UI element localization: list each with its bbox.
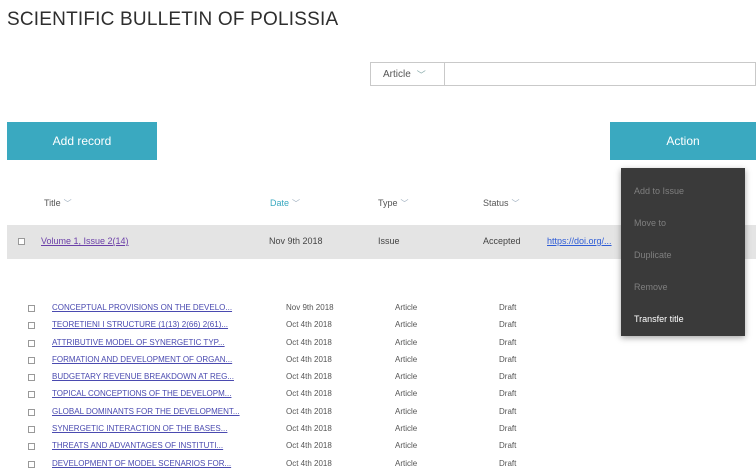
checkbox-icon[interactable] [28, 426, 35, 434]
menu-item-transfer-title[interactable]: Transfer title [634, 314, 684, 324]
article-date: Oct 4th 2018 [286, 406, 332, 416]
page-title: SCIENTIFIC BULLETIN OF POLISSIA [7, 9, 339, 30]
issue-url-link[interactable]: https://doi.org/... [547, 236, 612, 246]
table-row[interactable]: ATTRIBUTIVE MODEL OF SYNERGETIC TYP... O… [0, 335, 756, 352]
issue-type: Issue [378, 236, 400, 246]
column-header-title[interactable]: Title ﹀ [44, 198, 72, 209]
article-status: Draft [499, 320, 517, 330]
article-type: Article [395, 406, 418, 416]
article-type: Article [395, 354, 418, 364]
table-row[interactable]: BUDGETARY REVENUE BREAKDOWN AT REG... Oc… [0, 369, 756, 386]
sort-arrow-icon: ﹀ [292, 199, 301, 208]
column-type-label: Type [378, 198, 398, 208]
article-title-link[interactable]: CONCEPTUAL PROVISIONS ON THE DEVELO... [52, 303, 232, 312]
search-bar: Article ﹀ [370, 62, 756, 86]
table-row[interactable]: THREATS AND ADVANTAGES OF INSTITUTI... O… [0, 438, 756, 455]
menu-item-move-to[interactable]: Move to [634, 218, 666, 228]
article-date: Oct 4th 2018 [286, 458, 332, 468]
article-title-link[interactable]: ATTRIBUTIVE MODEL OF SYNERGETIC TYP... [52, 338, 225, 347]
issue-date: Nov 9th 2018 [269, 236, 323, 246]
article-status: Draft [499, 372, 517, 382]
article-title-link[interactable]: THREATS AND ADVANTAGES OF INSTITUTI... [52, 441, 223, 450]
article-date: Oct 4th 2018 [286, 320, 332, 330]
checkbox-icon[interactable] [28, 356, 35, 364]
column-header-type[interactable]: Type ﹀ [378, 198, 409, 209]
column-header-date[interactable]: Date ﹀ [270, 198, 300, 209]
article-date: Oct 4th 2018 [286, 354, 332, 364]
article-title-link[interactable]: GLOBAL DOMINANTS FOR THE DEVELOPMENT... [52, 407, 240, 416]
article-status: Draft [499, 389, 517, 399]
article-title-link[interactable]: TOPICAL CONCEPTIONS OF THE DEVELOPM... [52, 389, 231, 398]
column-header-status[interactable]: Status ﹀ [483, 198, 520, 209]
article-type: Article [395, 320, 418, 330]
article-title-link[interactable]: BUDGETARY REVENUE BREAKDOWN AT REG... [52, 372, 234, 381]
table-row[interactable]: TOPICAL CONCEPTIONS OF THE DEVELOPM... O… [0, 386, 756, 403]
article-type: Article [395, 441, 418, 451]
article-date: Oct 4th 2018 [286, 389, 332, 399]
article-date: Oct 4th 2018 [286, 424, 332, 434]
checkbox-icon[interactable] [28, 374, 35, 382]
article-date: Nov 9th 2018 [286, 303, 334, 312]
article-type: Article [395, 389, 418, 399]
sort-arrow-icon: ﹀ [63, 199, 72, 208]
article-title-link[interactable]: DEVELOPMENT OF MODEL SCENARIOS FOR... [52, 459, 231, 468]
article-type: Article [395, 372, 418, 382]
issue-status: Accepted [483, 236, 521, 246]
sort-arrow-icon: ﹀ [511, 199, 520, 208]
menu-item-add-to-issue[interactable]: Add to Issue [634, 186, 684, 196]
add-record-button[interactable]: Add record [7, 122, 157, 160]
type-select[interactable]: Article ﹀ [371, 63, 445, 85]
checkbox-icon[interactable] [28, 408, 35, 416]
menu-item-duplicate[interactable]: Duplicate [634, 250, 672, 260]
action-button[interactable]: Action [610, 122, 756, 160]
search-input[interactable] [445, 63, 755, 85]
article-status: Draft [499, 354, 517, 364]
article-date: Oct 4th 2018 [286, 337, 332, 347]
table-row[interactable]: DEVELOPMENT OF MODEL SCENARIOS FOR... Oc… [0, 456, 756, 473]
checkbox-icon[interactable] [28, 339, 35, 347]
article-title-link[interactable]: SYNERGETIC INTERACTION OF THE BASES... [52, 424, 227, 433]
checkbox-icon[interactable] [28, 322, 35, 330]
article-status: Draft [499, 424, 517, 434]
article-title-link[interactable]: FORMATION AND DEVELOPMENT OF ORGAN... [52, 355, 232, 364]
table-row[interactable]: GLOBAL DOMINANTS FOR THE DEVELOPMENT... … [0, 404, 756, 421]
article-status: Draft [499, 337, 517, 347]
column-status-label: Status [483, 198, 509, 208]
sort-arrow-icon: ﹀ [400, 199, 409, 208]
issue-title-link[interactable]: Volume 1, Issue 2(14) [41, 236, 129, 246]
type-select-value: Article [383, 68, 411, 80]
column-title-label: Title [44, 198, 61, 208]
checkbox-icon[interactable] [28, 443, 35, 451]
article-type: Article [395, 424, 418, 434]
checkbox-icon[interactable] [28, 460, 35, 468]
article-date: Oct 4th 2018 [286, 441, 332, 451]
article-type: Article [395, 303, 418, 312]
article-type: Article [395, 337, 418, 347]
article-status: Draft [499, 303, 517, 312]
article-status: Draft [499, 406, 517, 416]
article-date: Oct 4th 2018 [286, 372, 332, 382]
checkbox-icon[interactable] [28, 391, 35, 399]
menu-item-remove[interactable]: Remove [634, 282, 668, 292]
action-dropdown-menu: Add to Issue Move to Duplicate Remove Tr… [621, 168, 745, 336]
chevron-down-icon: ﹀ [416, 69, 426, 80]
article-status: Draft [499, 441, 517, 451]
article-type: Article [395, 458, 418, 468]
article-status: Draft [499, 458, 517, 468]
checkbox-icon[interactable] [18, 238, 25, 245]
table-row[interactable]: SYNERGETIC INTERACTION OF THE BASES... O… [0, 421, 756, 438]
checkbox-icon[interactable] [28, 305, 35, 312]
column-date-label: Date [270, 198, 290, 208]
table-row[interactable]: FORMATION AND DEVELOPMENT OF ORGAN... Oc… [0, 352, 756, 369]
article-title-link[interactable]: TEORETIENI I STRUCTURE (1(13) 2(66) 2(61… [52, 320, 228, 329]
